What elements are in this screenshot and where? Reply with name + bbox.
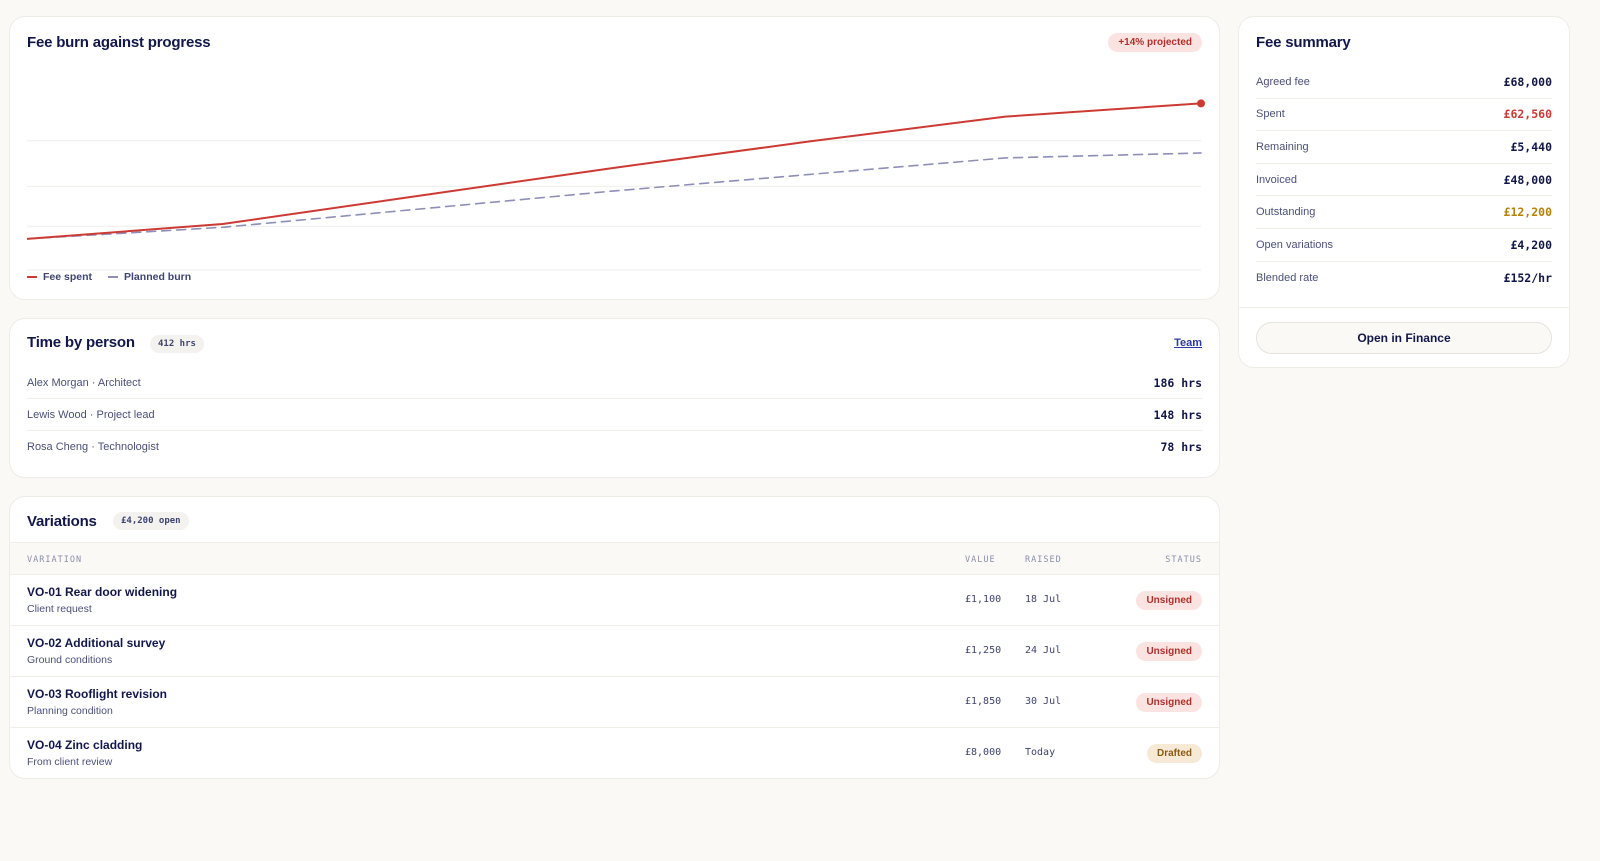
variation-value: £8,000	[965, 747, 1002, 758]
person-hours: 148 hrs	[1153, 407, 1202, 422]
summary-label: Open variations	[1256, 238, 1334, 251]
status-badge: Unsigned	[1136, 591, 1202, 610]
variations-table-header: VARIATION VALUE RAISED STATUS	[10, 542, 1219, 575]
person-row: Rosa Cheng · Technologist 78 hrs	[27, 431, 1202, 463]
person-hours: 78 hrs	[1160, 440, 1202, 454]
people-list: Alex Morgan · Architect 186 hrs Lewis Wo…	[27, 367, 1202, 463]
person-label: Lewis Wood · Project lead	[27, 408, 155, 421]
fee-burn-chart	[27, 99, 1205, 271]
variation-row[interactable]: VO-03 Rooflight revision Planning condit…	[10, 677, 1219, 728]
person-hours: 186 hrs	[1153, 375, 1202, 390]
summary-label: Blended rate	[1256, 271, 1319, 284]
variation-value: £1,850	[965, 696, 1002, 707]
variation-value: £1,100	[965, 594, 1002, 605]
variation-raised: 18 Jul	[1025, 594, 1062, 605]
chart-legend: Fee spent Planned burn	[27, 271, 191, 283]
person-row: Alex Morgan · Architect 186 hrs	[27, 367, 1202, 399]
variation-value: £1,250	[965, 645, 1002, 656]
status-badge: Drafted	[1146, 744, 1202, 763]
variation-raised: Today	[1025, 747, 1056, 758]
fee-burn-card: Fee burn against progress +14% projected…	[9, 16, 1220, 300]
legend-planned-burn: Planned burn	[108, 271, 191, 283]
summary-value: £62,560	[1503, 107, 1552, 122]
status-badge: Unsigned	[1136, 642, 1202, 661]
header-status: STATUS	[1165, 555, 1202, 565]
variation-name: VO-03 Rooflight revision	[27, 687, 168, 701]
variation-source: Planning condition	[27, 705, 113, 717]
variations-title: Variations	[27, 513, 97, 530]
person-row: Lewis Wood · Project lead 148 hrs	[27, 399, 1202, 431]
summary-row-outstanding: Outstanding £12,200	[1256, 196, 1552, 229]
summary-divider	[1239, 307, 1569, 308]
header-value: VALUE	[965, 555, 996, 565]
legend-label-spent: Fee spent	[43, 271, 93, 283]
legend-swatch-spent	[27, 276, 37, 278]
variation-name: VO-04 Zinc cladding	[27, 738, 143, 752]
variation-source: Ground conditions	[27, 654, 113, 666]
open-in-finance-button[interactable]: Open in Finance	[1256, 322, 1552, 354]
summary-label: Spent	[1256, 108, 1285, 121]
fee-summary-list: Agreed fee £68,000 Spent £62,560 Remaini…	[1256, 66, 1552, 294]
projected-badge: +14% projected	[1108, 33, 1202, 52]
legend-swatch-planned	[108, 276, 119, 278]
variation-raised: 24 Jul	[1025, 645, 1062, 656]
summary-value: £68,000	[1503, 74, 1552, 89]
team-link[interactable]: Team	[1174, 337, 1202, 349]
summary-row-spent: Spent £62,560	[1256, 99, 1552, 132]
legend-label-planned: Planned burn	[124, 271, 192, 283]
summary-label: Agreed fee	[1256, 75, 1310, 88]
status-badge: Unsigned	[1136, 693, 1202, 712]
open-variations-pill: £4,200 open	[113, 512, 189, 530]
summary-label: Outstanding	[1256, 206, 1316, 219]
summary-label: Remaining	[1256, 140, 1309, 153]
summary-row-agreed-fee: Agreed fee £68,000	[1256, 66, 1552, 99]
time-by-person-card: Time by person 412 hrs Team Alex Morgan …	[9, 318, 1220, 478]
variation-row[interactable]: VO-01 Rear door widening Client request …	[10, 575, 1219, 626]
variation-row[interactable]: VO-04 Zinc cladding From client review £…	[10, 728, 1219, 778]
summary-row-invoiced: Invoiced £48,000	[1256, 164, 1552, 197]
summary-value: £5,440	[1510, 139, 1552, 154]
summary-value: £12,200	[1503, 205, 1552, 220]
time-by-person-title: Time by person	[27, 334, 135, 351]
person-label: Alex Morgan · Architect	[27, 376, 141, 389]
header-raised: RAISED	[1025, 555, 1062, 565]
summary-row-open-variations: Open variations £4,200	[1256, 229, 1552, 262]
summary-value: £4,200	[1510, 237, 1552, 252]
legend-fee-spent: Fee spent	[27, 271, 92, 283]
fee-summary-title: Fee summary	[1256, 34, 1351, 51]
variation-name: VO-01 Rear door widening	[27, 585, 178, 599]
summary-value: £48,000	[1503, 172, 1552, 187]
fee-spent-endpoint	[1197, 99, 1205, 108]
total-hours-pill: 412 hrs	[150, 335, 204, 353]
fee-summary-card: Fee summary Agreed fee £68,000 Spent £62…	[1238, 16, 1570, 368]
header-variation: VARIATION	[27, 555, 83, 565]
variation-source: Client request	[27, 603, 92, 615]
variation-raised: 30 Jul	[1025, 696, 1062, 707]
fee-burn-title: Fee burn against progress	[27, 34, 211, 51]
variation-row[interactable]: VO-02 Additional survey Ground condition…	[10, 626, 1219, 677]
summary-row-blended-rate: Blended rate £152/hr	[1256, 262, 1552, 295]
series-line-fee-spent	[27, 102, 1202, 240]
summary-value: £152/hr	[1503, 270, 1552, 285]
variation-source: From client review	[27, 756, 113, 768]
variation-name: VO-02 Additional survey	[27, 636, 166, 650]
summary-row-remaining: Remaining £5,440	[1256, 131, 1552, 164]
person-label: Rosa Cheng · Technologist	[27, 441, 159, 453]
summary-label: Invoiced	[1256, 173, 1297, 186]
variations-card: Variations £4,200 open VARIATION VALUE R…	[9, 496, 1220, 779]
